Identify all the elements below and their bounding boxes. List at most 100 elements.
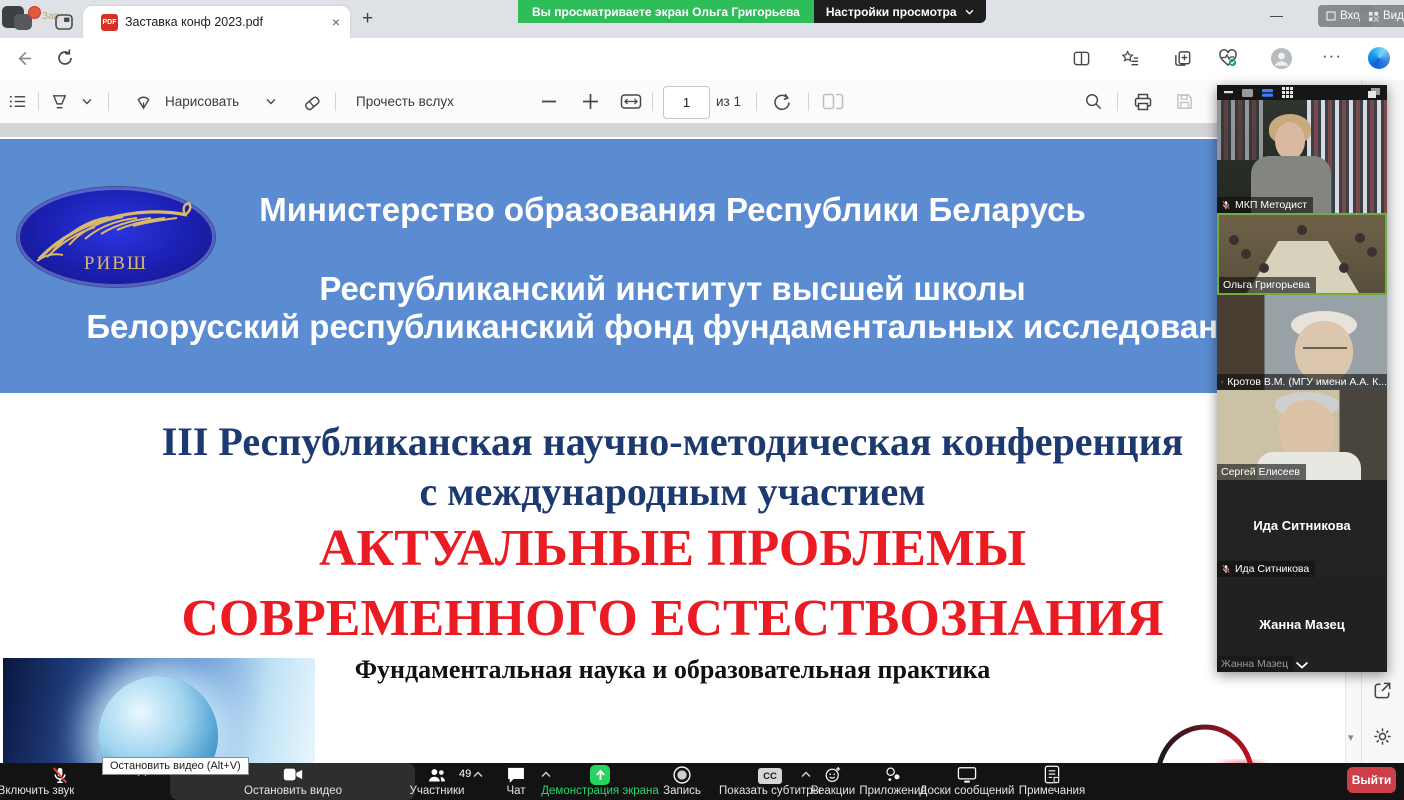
panel-chevron-down-icon[interactable]	[1295, 661, 1309, 669]
participants-label[interactable]: Участники	[410, 785, 465, 797]
mic-muted-icon[interactable]	[51, 766, 70, 785]
open-external-icon[interactable]	[1372, 680, 1393, 701]
screen-share-label[interactable]: Демонстрация экрана	[541, 785, 659, 797]
divider	[652, 92, 653, 111]
highlighter-icon[interactable]	[50, 92, 69, 111]
participants-icon[interactable]	[427, 766, 448, 785]
chevron-down-icon[interactable]	[82, 98, 92, 105]
video-tile[interactable]: МКП Методист	[1217, 100, 1387, 213]
reactions-icon[interactable]	[824, 765, 843, 784]
chevron-down-icon[interactable]	[266, 98, 276, 105]
zoom-view-pill-button[interactable]: Вид	[1360, 5, 1404, 27]
globe-image	[3, 658, 315, 763]
page-view-icon[interactable]	[822, 92, 844, 111]
page-number-input[interactable]: 1	[663, 86, 710, 119]
split-screen-icon[interactable]	[1072, 49, 1091, 68]
zoom-out-icon[interactable]	[542, 100, 556, 103]
zoom-in-icon[interactable]	[583, 94, 598, 109]
panel-minimize-icon[interactable]	[1224, 91, 1233, 94]
profile-avatar[interactable]	[1270, 47, 1293, 70]
apps-label[interactable]: Приложения	[859, 785, 926, 797]
participant-name: Сергей Елисеев	[1221, 466, 1300, 478]
grid-close-icon	[1368, 11, 1379, 22]
chevron-up-icon[interactable]	[473, 771, 484, 778]
settings-gear-icon[interactable]	[1372, 726, 1393, 747]
participant-name: Ида Ситникова	[1235, 563, 1309, 575]
captions-icon[interactable]: CC	[758, 766, 782, 784]
rivsh-logo: РИВШ	[17, 187, 215, 287]
browser-essentials-icon[interactable]	[1217, 47, 1239, 69]
view-options-label: Настройки просмотра	[826, 5, 957, 19]
captions-label[interactable]: Показать субтитры	[719, 785, 821, 797]
slide-fund-line: Белорусский республиканский фонд фундаме…	[86, 308, 1258, 346]
strip-view-icon[interactable]	[1262, 89, 1273, 97]
notes-label[interactable]: Примечания	[1019, 785, 1085, 797]
more-menu-icon[interactable]: ···	[1322, 46, 1342, 66]
read-aloud-label[interactable]: Прочесть вслух	[356, 94, 454, 109]
divider	[108, 92, 109, 111]
search-icon[interactable]	[1084, 92, 1103, 111]
rotate-icon[interactable]	[772, 92, 792, 112]
view-pill-label: Вид	[1383, 10, 1404, 22]
video-tile-camera-off[interactable]: Жанна Мазец Жанна Мазец	[1217, 577, 1387, 672]
popout-icon[interactable]	[1368, 88, 1380, 98]
record-icon[interactable]	[672, 765, 692, 785]
video-tile[interactable]: Кротов В.М. (МГУ имени А.А. К...	[1217, 295, 1387, 390]
video-tile[interactable]: Сергей Елисеев	[1217, 390, 1387, 480]
whiteboards-icon[interactable]	[957, 766, 978, 784]
share-banner-message: Вы просматриваете экран Ольга Григорьева	[518, 0, 814, 23]
participant-name: Ольга Григорьева	[1223, 279, 1310, 291]
slide-header-banner: РИВШ Министерство образования Республики…	[0, 139, 1345, 393]
print-icon[interactable]	[1133, 92, 1153, 112]
chat-icon[interactable]	[507, 766, 526, 784]
tab-actions-icon[interactable]	[54, 12, 74, 32]
chevron-up-icon[interactable]	[801, 771, 812, 778]
favorites-hub-icon[interactable]	[1121, 49, 1140, 68]
reactions-label[interactable]: Реакции	[811, 785, 855, 797]
mic-muted-icon	[1221, 200, 1231, 210]
refresh-icon[interactable]	[55, 48, 75, 68]
camera-icon	[283, 766, 303, 783]
participant-label: Жанна Мазец	[1217, 656, 1294, 672]
tab-title: Заставка конф 2023.pdf	[125, 15, 263, 29]
fit-width-icon[interactable]	[620, 92, 642, 111]
eraser-icon[interactable]	[302, 92, 322, 112]
view-options-button[interactable]: Настройки просмотра	[814, 0, 986, 23]
slide-title-line2: СОВРЕМЕННОГО ЕСТЕСТВОЗНАНИЯ	[181, 589, 1163, 648]
collections-icon[interactable]	[1173, 49, 1192, 68]
browser-tab[interactable]: PDF Заставка конф 2023.pdf ×	[83, 6, 350, 38]
gallery-view-icon[interactable]	[1282, 87, 1293, 98]
speaker-view-icon[interactable]	[1242, 89, 1253, 97]
participant-name: Кротов В.М. (МГУ имени А.А. К...	[1227, 376, 1387, 388]
tab-close-icon[interactable]: ×	[332, 13, 340, 31]
copilot-icon[interactable]	[1368, 47, 1390, 69]
back-icon[interactable]	[14, 49, 33, 68]
maximize-icon	[1326, 11, 1336, 21]
screen-share-icon[interactable]	[590, 765, 610, 785]
chevron-down-icon	[965, 9, 974, 15]
stop-video-label: Остановить видео	[244, 785, 342, 797]
divider	[756, 92, 757, 111]
save-icon[interactable]	[1175, 92, 1194, 111]
pdf-toolbar: Нарисовать Прочесть вслух 1 из 1	[0, 80, 1404, 124]
video-tile-active-speaker[interactable]: Ольга Григорьева	[1217, 213, 1387, 295]
zoom-recording-indicator: Зап	[2, 4, 62, 34]
draw-pen-icon[interactable]	[134, 92, 153, 111]
chevron-up-icon[interactable]	[541, 771, 552, 778]
leave-meeting-button[interactable]: Выйти	[1347, 767, 1396, 793]
mic-muted-icon	[1221, 377, 1223, 387]
apps-icon[interactable]	[884, 765, 903, 784]
chat-label[interactable]: Чат	[506, 785, 525, 797]
new-tab-button[interactable]: +	[362, 8, 373, 30]
draw-label[interactable]: Нарисовать	[165, 94, 239, 109]
pdf-content-area: РИВШ Министерство образования Республики…	[0, 123, 1404, 763]
toc-icon[interactable]	[8, 92, 27, 111]
participant-name: Жанна Мазец	[1221, 658, 1288, 670]
whiteboards-label[interactable]: Доски сообщений	[920, 785, 1015, 797]
record-label[interactable]: Запись	[663, 785, 701, 797]
video-tile-camera-off[interactable]: Ида Ситникова Ида Ситникова	[1217, 480, 1387, 577]
notes-icon[interactable]	[1044, 765, 1061, 784]
window-minimize-button[interactable]: —	[1270, 8, 1286, 23]
cc-badge: CC	[758, 768, 782, 784]
scroll-down-arrow[interactable]: ▾	[1348, 731, 1354, 744]
